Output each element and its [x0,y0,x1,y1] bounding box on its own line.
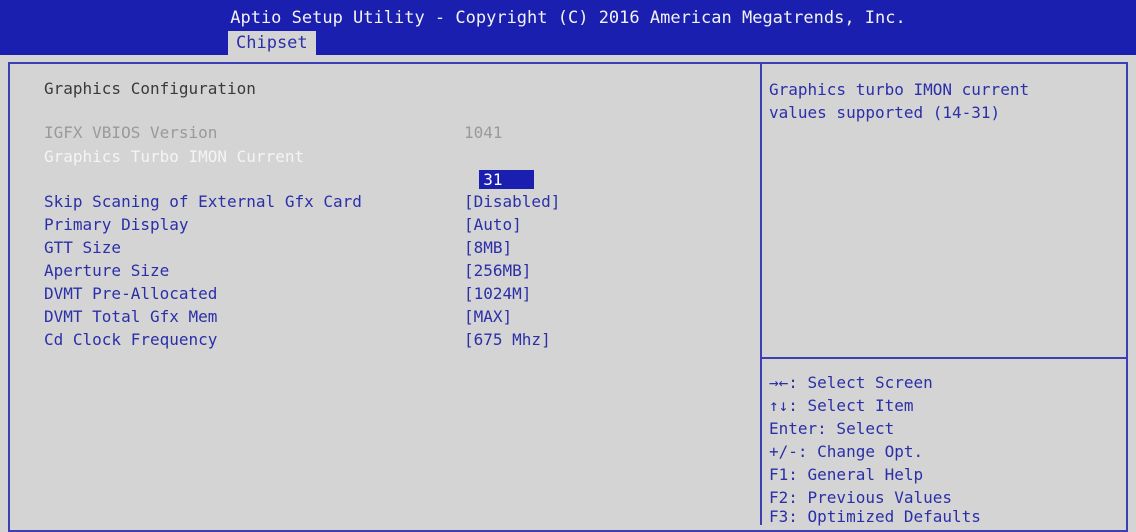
setting-label-aperture-size[interactable]: Aperture Size [44,259,169,282]
key-hint-select-item: ↑↓: Select Item [769,396,914,415]
setting-value-dvmt-pre-allocated[interactable]: [1024M] [464,282,531,305]
vbios-version-label: IGFX VBIOS Version [44,123,218,142]
setting-value-primary-display[interactable]: [Auto] [464,213,522,236]
setting-label-gtt-size[interactable]: GTT Size [44,236,121,259]
setting-label-cd-clock-frequency[interactable]: Cd Clock Frequency [44,328,217,351]
key-hint-select-screen: →←: Select Screen [769,373,933,392]
setting-value-gtt-size[interactable]: [8MB] [464,236,512,259]
setting-label-dvmt-pre-allocated[interactable]: DVMT Pre-Allocated [44,282,217,305]
title-bar: Aptio Setup Utility - Copyright (C) 2016… [0,0,1136,55]
panel-divider [760,62,762,525]
key-hint-change-opt: +/-: Change Opt. [769,442,924,461]
tab-chipset[interactable]: Chipset [228,31,316,55]
turbo-imon-current-field[interactable]: 31 [460,145,534,191]
setting-value-aperture-size[interactable]: [256MB] [464,259,531,282]
key-hint-general-help: F1: General Help [769,465,924,484]
help-text-line-2: values supported (14-31) [769,103,1001,122]
setting-label-skip-external-gfx[interactable]: Skip Scaning of External Gfx Card [44,190,362,213]
key-hint-enter-select: Enter: Select [769,419,895,438]
input-cursor [506,170,534,189]
vbios-version-value: 1041 [464,123,503,142]
help-text-line-1: Graphics turbo IMON current [769,80,1030,99]
setting-label-dvmt-total-gfx-mem[interactable]: DVMT Total Gfx Mem [44,305,217,328]
turbo-imon-current-value[interactable]: 31 [479,170,507,189]
setting-value-cd-clock-frequency[interactable]: [675 Mhz] [464,328,551,351]
setting-label-primary-display[interactable]: Primary Display [44,213,189,236]
help-divider [762,357,1128,359]
section-title: Graphics Configuration [44,79,256,98]
setting-value-skip-external-gfx[interactable]: [Disabled] [464,190,560,213]
app-title: Aptio Setup Utility - Copyright (C) 2016… [230,8,906,28]
setting-value-dvmt-total-gfx-mem[interactable]: [MAX] [464,305,512,328]
turbo-imon-current-label[interactable]: Graphics Turbo IMON Current [44,145,304,168]
